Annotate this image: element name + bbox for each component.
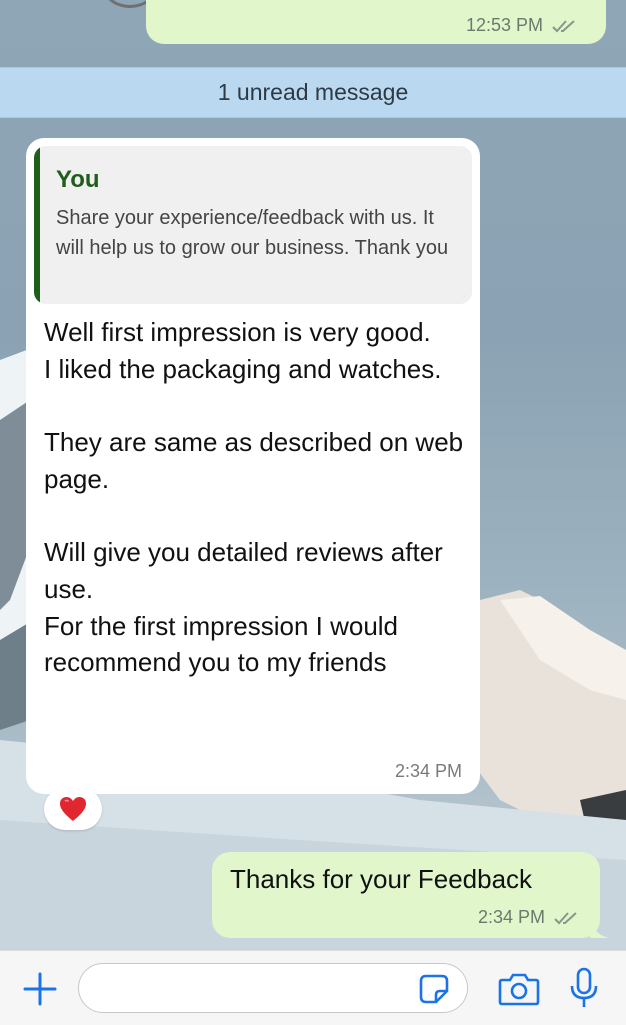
message-input[interactable] bbox=[78, 963, 468, 1013]
camera-icon[interactable] bbox=[498, 971, 540, 1007]
message-input-bar bbox=[0, 950, 626, 1025]
heart-icon bbox=[60, 797, 86, 821]
plus-icon[interactable] bbox=[22, 971, 58, 1007]
previous-outgoing-message[interactable]: 12:53 PM bbox=[146, 0, 606, 44]
quoted-reply[interactable]: You Share your experience/feedback with … bbox=[34, 146, 472, 304]
message-time: 2:34 PM bbox=[394, 761, 462, 781]
heart-reaction[interactable] bbox=[44, 788, 102, 830]
bubble-tail bbox=[590, 918, 610, 938]
read-ticks-icon bbox=[554, 912, 577, 925]
quote-author: You bbox=[56, 166, 100, 193]
sticker-icon[interactable] bbox=[418, 973, 450, 1005]
message-time: 2:34 PM bbox=[478, 907, 580, 928]
message-time: 12:53 PM bbox=[466, 15, 578, 36]
message-text: Well first impression is very good. I li… bbox=[44, 317, 464, 678]
quote-text: Share your experience/feedback with us. … bbox=[56, 207, 449, 259]
outgoing-message[interactable]: Thanks for your Feedback 2:34 PM bbox=[212, 852, 600, 938]
unread-banner-label: 1 unread message bbox=[217, 79, 409, 105]
microphone-icon[interactable] bbox=[568, 967, 600, 1009]
read-ticks-icon bbox=[552, 20, 575, 33]
incoming-message[interactable]: You Share your experience/feedback with … bbox=[26, 138, 480, 794]
quote-accent-bar bbox=[34, 146, 40, 304]
message-text: Thanks for your Feedback bbox=[230, 864, 533, 894]
unread-messages-banner: 1 unread message bbox=[0, 67, 626, 118]
